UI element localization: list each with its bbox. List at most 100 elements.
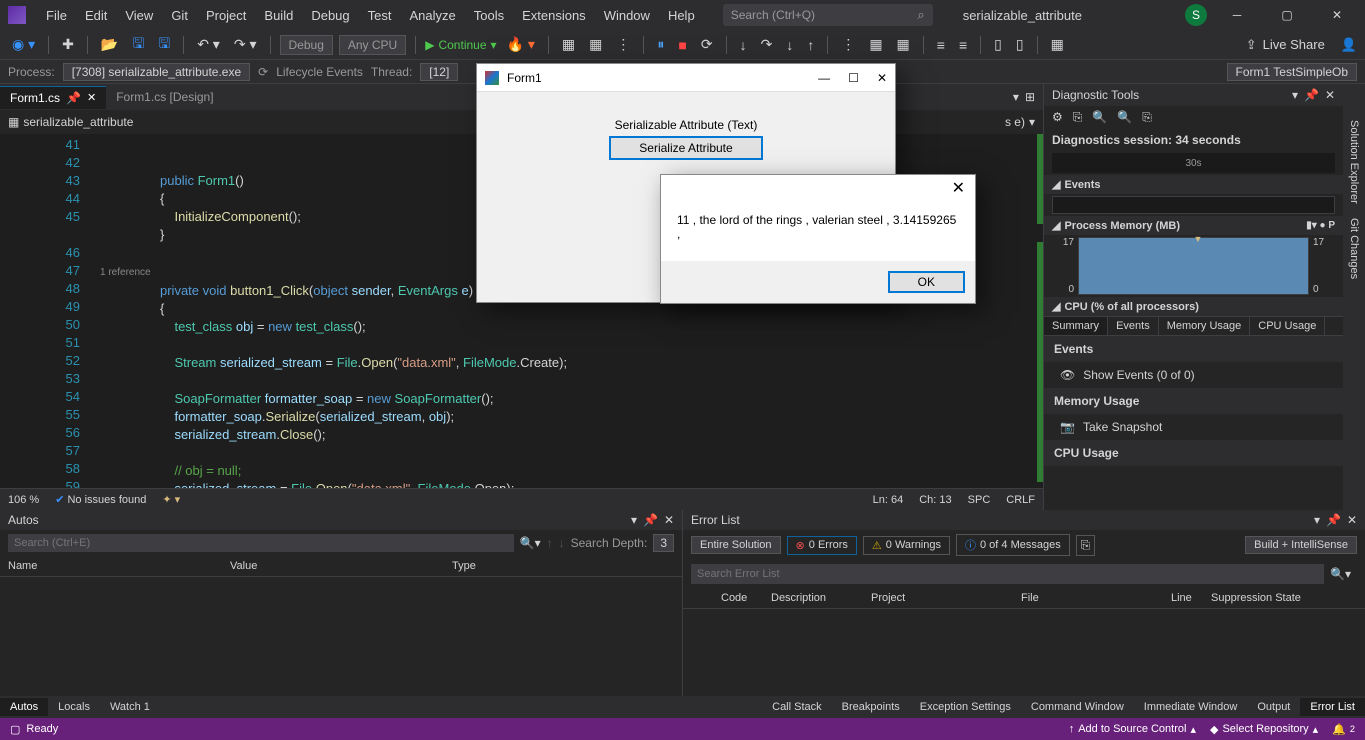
menu-build[interactable]: Build xyxy=(256,4,301,27)
tool-icon[interactable]: ⋮ xyxy=(612,34,634,55)
document-tab[interactable]: Form1.cs [Design] xyxy=(106,86,223,108)
close-button[interactable]: ✕ xyxy=(877,71,887,85)
maximize-button[interactable]: ☐ xyxy=(848,71,859,85)
autos-search[interactable] xyxy=(8,534,514,552)
bottom-tab-command-window[interactable]: Command Window xyxy=(1021,698,1134,716)
tool-icon[interactable]: ▯ xyxy=(990,34,1006,55)
minimize-button[interactable]: ─ xyxy=(1217,8,1257,22)
messagebox-dialog[interactable]: ✕ 11 , the lord of the rings , valerian … xyxy=(660,174,976,304)
messages-filter[interactable]: ⓘ0 of 4 Messages xyxy=(956,534,1070,556)
git-changes-tab[interactable]: Git Changes xyxy=(1346,212,1362,285)
repo-button[interactable]: ◆ Select Repository ▴ xyxy=(1210,723,1318,736)
serialize-button[interactable]: Serialize Attribute xyxy=(609,136,762,160)
save-icon[interactable]: 🖫 xyxy=(128,31,148,59)
thread-dropdown[interactable]: [12] xyxy=(420,63,458,81)
search-icon[interactable]: 🔍▾ xyxy=(1324,564,1357,584)
close-icon[interactable]: ✕ xyxy=(1347,513,1357,527)
tool-icon[interactable]: ▦ xyxy=(558,34,579,55)
scope-dropdown[interactable]: Entire Solution xyxy=(691,536,781,554)
depth-dropdown[interactable]: 3 xyxy=(653,534,674,552)
continue-button[interactable]: ▶ Continue ▾ xyxy=(425,38,496,52)
errors-filter[interactable]: ⊗0 Errors xyxy=(787,536,857,555)
tool-icon[interactable]: ▦ xyxy=(893,34,914,55)
indent-mode[interactable]: SPC xyxy=(968,494,991,506)
tool-icon[interactable]: ⎘ xyxy=(1073,110,1083,125)
take-snapshot-link[interactable]: 📷Take Snapshot xyxy=(1044,414,1343,440)
errlist-search[interactable] xyxy=(691,564,1324,584)
pin-icon[interactable]: 📌 xyxy=(1304,88,1319,102)
col-value[interactable]: Value xyxy=(230,560,452,572)
restart-icon[interactable]: ⟳ xyxy=(697,34,717,55)
config-dropdown[interactable]: Debug xyxy=(280,35,333,55)
bottom-tab-exception-settings[interactable]: Exception Settings xyxy=(910,698,1021,716)
lifecycle-label[interactable]: Lifecycle Events xyxy=(276,65,363,79)
add-icon[interactable]: ⊞ xyxy=(1025,90,1035,104)
ok-button[interactable]: OK xyxy=(888,271,965,293)
diag-tab-events[interactable]: Events xyxy=(1108,317,1159,335)
process-dropdown[interactable]: [7308] serializable_attribute.exe xyxy=(63,63,250,81)
cpu-header[interactable]: ◢ CPU (% of all processors) xyxy=(1044,297,1343,316)
pin-icon[interactable]: 📌 xyxy=(643,513,658,527)
feedback-icon[interactable]: 👤 xyxy=(1341,37,1357,53)
col-header[interactable] xyxy=(691,592,721,604)
tool-icon[interactable]: ≡ xyxy=(955,35,971,55)
bottom-tab-error-list[interactable]: Error List xyxy=(1300,698,1365,716)
notifications-button[interactable]: 🔔2 xyxy=(1332,723,1355,736)
close-icon[interactable]: ✕ xyxy=(1325,88,1335,102)
bottom-tab-autos[interactable]: Autos xyxy=(0,698,48,716)
bottom-tab-immediate-window[interactable]: Immediate Window xyxy=(1134,698,1248,716)
close-icon[interactable]: ✕ xyxy=(87,91,96,104)
step-icon[interactable]: ↓ xyxy=(736,35,751,55)
zoom-in-icon[interactable]: 🔍 xyxy=(1092,110,1107,125)
menu-window[interactable]: Window xyxy=(596,4,658,27)
menu-analyze[interactable]: Analyze xyxy=(401,4,463,27)
hot-reload-icon[interactable]: 🔥 ▾ xyxy=(503,34,539,55)
step-out-icon[interactable]: ↑ xyxy=(803,35,818,55)
menu-test[interactable]: Test xyxy=(360,4,400,27)
tool-icon[interactable]: ▦ xyxy=(585,34,606,55)
menu-help[interactable]: Help xyxy=(660,4,703,27)
nav-down-icon[interactable]: ↓ xyxy=(559,536,565,550)
col-header[interactable]: File xyxy=(1021,592,1171,604)
source-control-button[interactable]: ↑ Add to Source Control ▴ xyxy=(1069,723,1196,736)
diag-tab-cpu-usage[interactable]: CPU Usage xyxy=(1250,317,1325,335)
menu-view[interactable]: View xyxy=(117,4,161,27)
col-header[interactable]: Project xyxy=(871,592,1021,604)
zoom-out-icon[interactable]: 🔍 xyxy=(1117,110,1132,125)
bottom-tab-breakpoints[interactable]: Breakpoints xyxy=(832,698,910,716)
dropdown-icon[interactable]: ▾ xyxy=(1314,513,1320,527)
menu-debug[interactable]: Debug xyxy=(303,4,357,27)
bottom-tab-locals[interactable]: Locals xyxy=(48,698,100,716)
col-name[interactable]: Name xyxy=(8,560,230,572)
menu-edit[interactable]: Edit xyxy=(77,4,115,27)
redo-icon[interactable]: ↷ ▾ xyxy=(230,34,261,55)
menu-tools[interactable]: Tools xyxy=(466,4,512,27)
tool-icon[interactable]: ✦ ▾ xyxy=(162,493,180,506)
user-avatar[interactable]: S xyxy=(1185,4,1207,26)
back-icon[interactable]: ◉ ▾ xyxy=(8,34,39,55)
col-header[interactable]: Suppression State xyxy=(1211,592,1357,604)
msgbox-titlebar[interactable]: ✕ xyxy=(661,175,975,201)
step-over-icon[interactable]: ↷ xyxy=(757,34,777,55)
new-icon[interactable]: ✚ xyxy=(58,34,78,55)
show-events-link[interactable]: 👁Show Events (0 of 0) xyxy=(1044,362,1343,388)
build-filter-dropdown[interactable]: Build + IntelliSense xyxy=(1245,536,1357,554)
search-icon[interactable]: 🔍▾ xyxy=(520,536,541,550)
menu-project[interactable]: Project xyxy=(198,4,254,27)
bottom-tab-watch-1[interactable]: Watch 1 xyxy=(100,698,160,716)
winform-titlebar[interactable]: Form1 — ☐ ✕ xyxy=(477,64,895,92)
minimize-button[interactable]: — xyxy=(818,71,830,85)
undo-icon[interactable]: ↶ ▾ xyxy=(193,34,224,55)
zoom-level[interactable]: 106 % xyxy=(8,494,39,506)
document-tab[interactable]: Form1.cs📌✕ xyxy=(0,86,106,109)
step-into-icon[interactable]: ↓ xyxy=(782,35,797,55)
open-icon[interactable]: 📂 xyxy=(97,34,122,55)
tool-icon[interactable]: ⎘ xyxy=(1076,535,1096,556)
menu-git[interactable]: Git xyxy=(163,4,196,27)
menu-file[interactable]: File xyxy=(38,4,75,27)
col-header[interactable]: Code xyxy=(721,592,771,604)
gear-icon[interactable]: ⚙ xyxy=(1052,110,1063,125)
events-header[interactable]: ◢ Events xyxy=(1044,175,1343,194)
col-header[interactable]: Description xyxy=(771,592,871,604)
line-ending[interactable]: CRLF xyxy=(1006,494,1035,506)
